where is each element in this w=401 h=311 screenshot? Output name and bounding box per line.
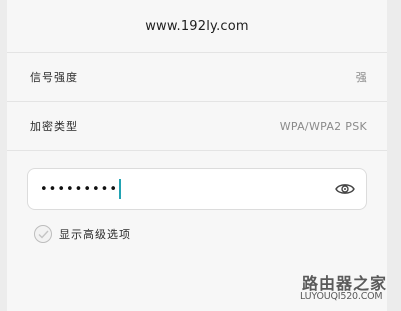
advanced-options-label: 显示高级选项	[59, 228, 131, 241]
encryption-type-row: 加密类型 WPA/WPA2 PSK	[7, 102, 387, 150]
show-advanced-options[interactable]: 显示高级选项	[34, 225, 131, 243]
site-title: www.192ly.com	[145, 18, 249, 34]
text-cursor	[119, 179, 122, 199]
password-value: •••••••••	[40, 181, 119, 197]
divider	[7, 150, 387, 151]
signal-strength-label: 信号强度	[30, 71, 78, 84]
encryption-type-value: WPA/WPA2 PSK	[279, 119, 367, 133]
checkmark-icon	[38, 230, 49, 239]
advanced-checkbox[interactable]	[34, 225, 52, 243]
watermark-url: LUYOUQI520.COM	[300, 291, 383, 302]
password-input[interactable]: •••••••••	[27, 168, 367, 210]
wifi-connect-panel: www.192ly.com 信号强度 强 加密类型 WPA/WPA2 PSK •…	[7, 0, 387, 311]
signal-strength-row: 信号强度 强	[7, 53, 387, 101]
signal-strength-value: 强	[355, 71, 367, 84]
page-title: www.192ly.com	[7, 0, 387, 52]
eye-icon[interactable]	[335, 181, 355, 197]
encryption-type-label: 加密类型	[30, 120, 78, 133]
